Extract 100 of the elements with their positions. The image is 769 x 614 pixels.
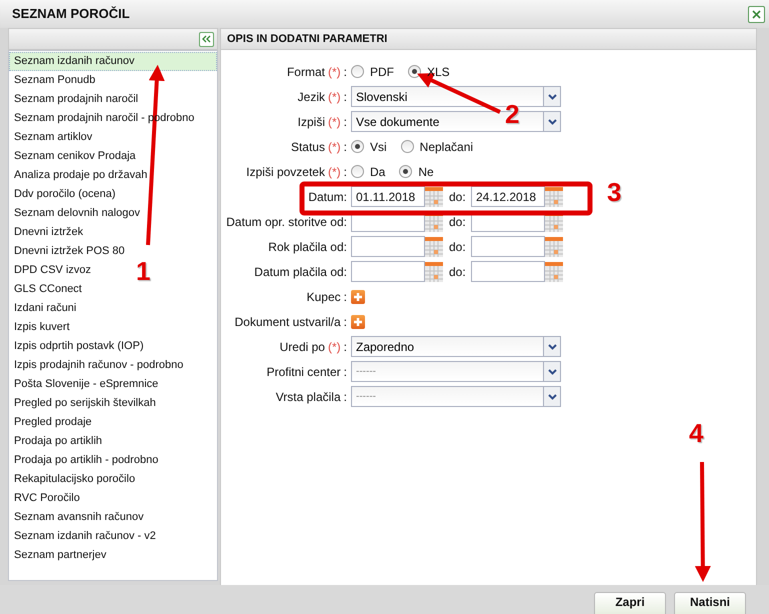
step-number: 3 xyxy=(607,179,622,205)
report-item[interactable]: Dnevni iztržek POS 80 xyxy=(9,242,128,261)
report-item[interactable]: Seznam artiklov xyxy=(9,128,96,147)
report-item[interactable]: Prodaja po artiklih - podrobno xyxy=(9,451,162,470)
radio-button[interactable] xyxy=(351,65,364,78)
required-mark: (*) xyxy=(328,114,341,128)
dropdown-placeholder: ------ xyxy=(355,365,377,379)
field-label: Dokument ustvaril/a xyxy=(234,314,341,328)
panel-title: OPIS IN DODATNI PARAMETRI xyxy=(227,32,388,47)
dropdown-placeholder: ------ xyxy=(355,390,377,404)
report-item[interactable]: Izpis prodajnih računov - podrobno xyxy=(9,356,186,375)
radio-button[interactable] xyxy=(351,140,364,153)
close-icon xyxy=(752,10,761,18)
label-colon: : xyxy=(344,364,347,378)
field-label: Uredi po xyxy=(280,340,325,354)
required-mark: (*) xyxy=(328,340,341,354)
label-colon: : xyxy=(344,140,347,154)
report-item[interactable]: Seznam izdanih računov - v2 xyxy=(9,527,159,546)
report-item[interactable]: Izdani računi xyxy=(9,299,80,318)
dropdown[interactable]: Zaporedno xyxy=(351,336,561,357)
chevron-down-icon[interactable] xyxy=(543,362,560,381)
label-colon: : xyxy=(344,314,347,328)
report-item[interactable]: Izpis kuvert xyxy=(9,318,73,337)
step-number: 4 xyxy=(689,420,704,446)
calendar-icon[interactable] xyxy=(545,262,563,282)
report-item[interactable]: RVC Poročilo xyxy=(9,489,83,508)
chevron-down-icon[interactable] xyxy=(543,337,560,356)
field-label: Kupec xyxy=(306,290,341,304)
radio-button[interactable] xyxy=(399,165,412,178)
label-colon: : xyxy=(344,290,347,304)
field-label: Datum opr. storitve od: xyxy=(226,214,347,228)
date-field[interactable] xyxy=(471,261,545,282)
report-item[interactable]: Pregled po serijskih številkah xyxy=(9,394,159,413)
report-item[interactable]: Seznam avansnih računov xyxy=(9,508,147,527)
to-label: do: xyxy=(448,264,467,280)
report-item[interactable]: GLS CConect xyxy=(9,280,85,299)
report-item[interactable]: Seznam prodajnih naročil xyxy=(9,90,142,109)
collapse-button[interactable] xyxy=(199,32,214,46)
radio-button[interactable] xyxy=(400,140,414,153)
report-item[interactable]: Dnevni iztržek xyxy=(9,223,86,242)
chevron-down-icon[interactable] xyxy=(543,387,560,406)
label-colon: : xyxy=(344,340,347,354)
radio-label: Da xyxy=(370,164,386,178)
field-label: Vrsta plačila xyxy=(276,390,341,404)
report-item[interactable]: Seznam cenikov Prodaja xyxy=(9,147,139,166)
report-item[interactable]: Pregled prodaje xyxy=(9,413,95,432)
report-item[interactable]: Ddv poročilo (ocena) xyxy=(9,185,118,204)
calendar-icon[interactable] xyxy=(425,236,443,256)
label-colon: : xyxy=(344,164,347,178)
report-item[interactable]: Rekapitulacijsko poročilo xyxy=(9,470,138,489)
calendar-icon[interactable] xyxy=(425,262,443,282)
close-button[interactable] xyxy=(748,6,765,22)
dialog-button[interactable]: Natisni xyxy=(674,592,746,614)
calendar-icon[interactable] xyxy=(545,186,563,206)
plus-icon[interactable] xyxy=(351,314,365,328)
radio-button[interactable] xyxy=(351,165,364,178)
report-item[interactable]: Pošta Slovenije - eSpremnice xyxy=(9,375,162,394)
required-mark: (*) xyxy=(328,90,341,104)
to-label: do: xyxy=(448,238,467,256)
field-label: Datum: xyxy=(308,190,347,204)
chevron-down-icon[interactable] xyxy=(543,112,560,131)
report-item[interactable]: Prodaja po artiklih xyxy=(9,432,106,451)
dropdown-value: Vse dokumente xyxy=(355,114,440,130)
plus-icon[interactable] xyxy=(351,290,365,304)
required-mark: (*) xyxy=(328,164,341,178)
radio-label: Ne xyxy=(418,164,434,178)
required-mark: (*) xyxy=(328,64,341,78)
report-item[interactable]: DPD CSV izvoz xyxy=(9,261,94,280)
date-field[interactable]: 01.11.2018 xyxy=(351,186,425,207)
report-item[interactable]: Seznam partnerjev xyxy=(9,546,110,565)
field-label: Datum plačila od: xyxy=(254,264,347,278)
label-colon: : xyxy=(344,114,347,128)
to-label: do: xyxy=(448,188,467,206)
date-field[interactable] xyxy=(351,236,425,257)
calendar-icon[interactable] xyxy=(545,236,563,256)
field-label: Profitni center xyxy=(266,364,341,378)
step-number: 1 xyxy=(136,258,150,284)
report-item[interactable]: Izpis odprtih postavk (IOP) xyxy=(9,337,147,356)
label-colon: : xyxy=(344,64,347,78)
report-item[interactable]: Seznam delovnih nalogov xyxy=(9,204,143,223)
field-label: Jezik xyxy=(298,90,325,104)
dialog-button[interactable]: Zapri xyxy=(594,592,666,614)
radio-button[interactable] xyxy=(408,65,421,78)
required-mark: (*) xyxy=(328,140,341,154)
report-item[interactable]: Analiza prodaje po državah xyxy=(9,166,150,185)
field-label: Izpiši povzetek xyxy=(246,164,325,178)
chevron-down-icon[interactable] xyxy=(543,87,560,106)
dropdown-value: Zaporedno xyxy=(355,338,416,356)
radio-label: PDF xyxy=(370,64,394,78)
field-label: Rok plačila od: xyxy=(268,240,347,254)
calendar-icon[interactable] xyxy=(425,186,443,206)
dropdown-value: Slovenski xyxy=(355,88,408,106)
field-label: Status xyxy=(290,140,325,154)
date-field[interactable] xyxy=(471,236,545,257)
report-item[interactable]: Seznam izdanih računov xyxy=(9,52,217,71)
radio-label: XLS xyxy=(427,64,450,78)
date-field[interactable]: 24.12.2018 xyxy=(471,186,545,207)
to-label: do: xyxy=(448,214,467,230)
report-item[interactable]: Seznam Ponudb xyxy=(9,71,98,90)
date-field[interactable] xyxy=(351,261,425,282)
